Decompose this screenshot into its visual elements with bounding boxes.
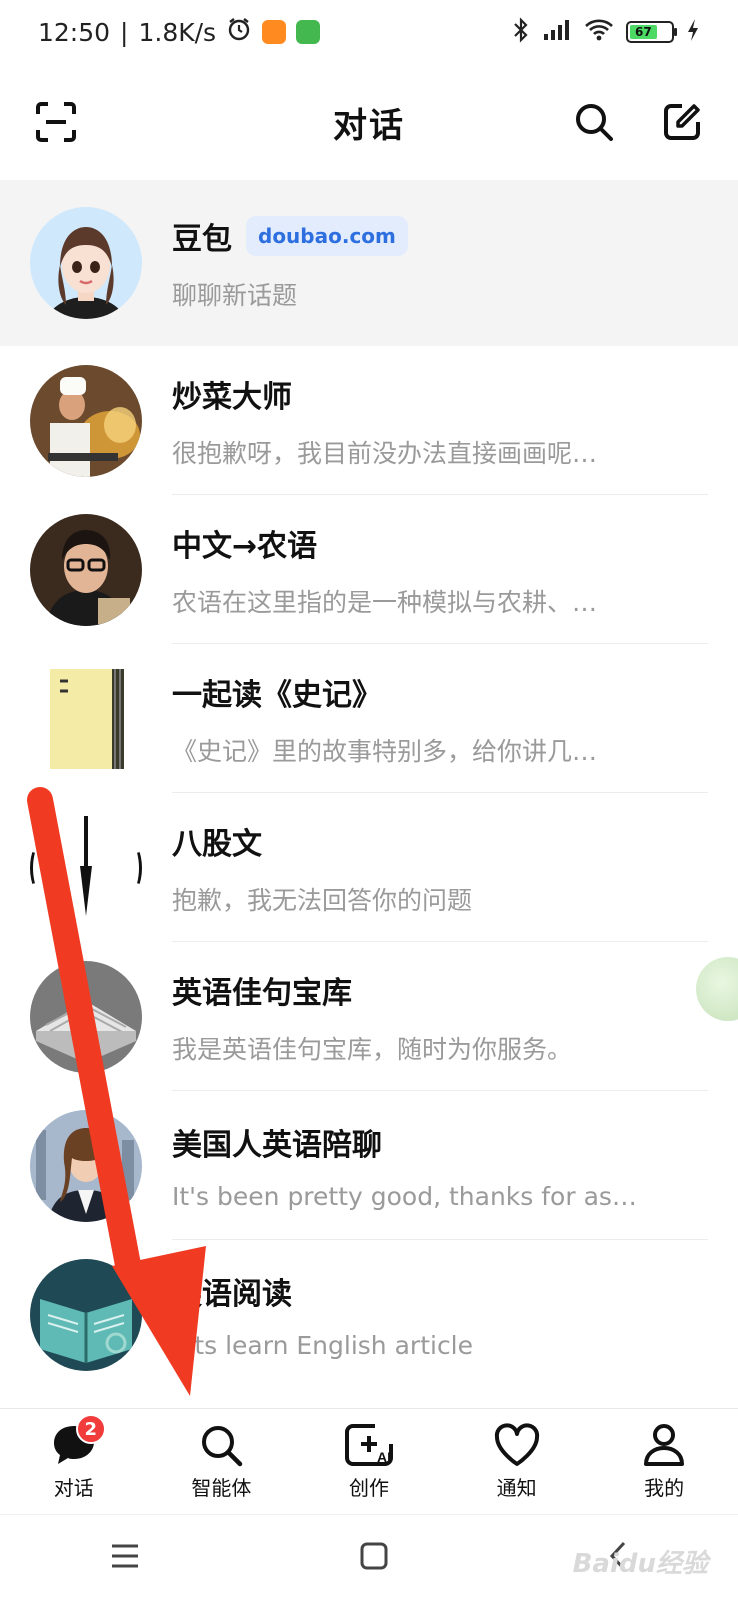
status-left: 12:50 | 1.8K/s xyxy=(38,16,321,48)
wifi-icon xyxy=(584,18,614,46)
charging-icon xyxy=(686,18,700,46)
menu-icon xyxy=(112,1544,138,1567)
search-button[interactable] xyxy=(572,100,616,144)
chat-name: 一起读《史记》 xyxy=(172,677,382,713)
avatar xyxy=(30,364,142,477)
header: 对话 xyxy=(0,64,738,180)
chat-item-translator[interactable]: 中文→农语 农语在这里指的是一种模拟与农耕、… xyxy=(0,495,738,644)
chat-body: 美国人英语陪聊 It's been pretty good, thanks fo… xyxy=(172,1091,738,1240)
tab-label: 创作 xyxy=(348,1476,389,1500)
chat-name: 英语阅读 xyxy=(172,1277,292,1312)
tab-notifications[interactable]: 通知 xyxy=(457,1422,577,1501)
signal-icon xyxy=(542,18,572,46)
battery-icon: 67 xyxy=(626,21,677,43)
chat-item-english-sentences[interactable]: 英语佳句宝库 我是英语佳句宝库，随时为你服务。 xyxy=(0,942,738,1091)
name-row: 英语阅读 xyxy=(172,1269,738,1313)
header-actions xyxy=(572,100,704,144)
chat-body: 中文→农语 农语在这里指的是一种模拟与农耕、… xyxy=(172,495,738,644)
chat-name: 八股文 xyxy=(172,826,262,862)
avatar xyxy=(30,207,142,319)
alarm-icon xyxy=(226,16,252,48)
create-ai-icon: AI xyxy=(344,1424,393,1466)
chat-body: 炒菜大师 很抱歉呀，我目前没办法直接画画呢… xyxy=(172,346,738,495)
tab-bar: 2 对话 智能体 AI 创作 通知 我的 xyxy=(0,1408,738,1514)
chat-preview: 我是英语佳句宝库，随时为你服务。 xyxy=(172,1034,573,1064)
home-button[interactable] xyxy=(360,1542,388,1574)
avatar xyxy=(30,1258,142,1371)
chat-preview: 聊聊新话题 xyxy=(172,281,298,310)
chat-body: 英语阅读 lets learn English article xyxy=(172,1240,738,1389)
svg-text:AI: AI xyxy=(377,1449,391,1465)
status-divider: | xyxy=(120,17,129,47)
search-icon xyxy=(576,104,613,141)
chat-body: 英语佳句宝库 我是英语佳句宝库，随时为你服务。 xyxy=(172,942,738,1091)
tab-label: 通知 xyxy=(496,1476,537,1500)
menu-button[interactable] xyxy=(110,1543,140,1573)
home-icon xyxy=(360,1542,388,1569)
chat-preview: 农语在这里指的是一种模拟与农耕、… xyxy=(172,587,598,617)
scan-icon xyxy=(36,102,76,142)
name-row: 炒菜大师 xyxy=(172,372,738,416)
chat-item-baguwen[interactable]: 八股文 抱歉，我无法回答你的问题 xyxy=(0,793,738,942)
app-notification-icon xyxy=(262,20,287,44)
avatar xyxy=(30,663,142,775)
chat-preview: It's been pretty good, thanks for ask… xyxy=(172,1182,642,1211)
chat-preview: 很抱歉呀，我目前没办法直接画画呢… xyxy=(172,438,598,468)
name-row: 中文→农语 xyxy=(172,521,738,565)
avatar xyxy=(30,811,142,924)
name-row: 英语佳句宝库 xyxy=(172,968,738,1012)
chat-preview: 《史记》里的故事特别多，给你讲几… xyxy=(172,736,598,766)
tab-label: 对话 xyxy=(53,1476,94,1500)
chat-name: 炒菜大师 xyxy=(172,379,292,415)
chat-body: 八股文 抱歉，我无法回答你的问题 xyxy=(172,793,738,942)
status-speed: 1.8K/s xyxy=(138,17,217,47)
bluetooth-icon xyxy=(512,17,530,47)
status-time: 12:50 xyxy=(38,17,111,47)
chat-body: 一起读《史记》 《史记》里的故事特别多，给你讲几… xyxy=(172,644,738,793)
tab-label: 智能体 xyxy=(191,1476,252,1500)
chat-name: 英语佳句宝库 xyxy=(172,975,352,1011)
avatar xyxy=(30,513,142,626)
name-row: 一起读《史记》 xyxy=(172,670,738,714)
status-right: 67 xyxy=(512,17,700,47)
tab-profile[interactable]: 我的 xyxy=(604,1422,724,1501)
chat-preview: 抱歉，我无法回答你的问题 xyxy=(172,885,473,915)
name-row: 豆包 doubao.com xyxy=(172,214,738,258)
tab-label: 我的 xyxy=(644,1476,685,1500)
tab-create[interactable]: AI 创作 xyxy=(309,1422,429,1501)
chat-item-shiji[interactable]: 一起读《史记》 《史记》里的故事特别多，给你讲几… xyxy=(0,644,738,793)
name-row: 八股文 xyxy=(172,819,738,863)
chat-item-doubao[interactable]: 豆包 doubao.com 聊聊新话题 xyxy=(0,180,738,346)
person-icon xyxy=(644,1424,685,1466)
scan-button[interactable] xyxy=(34,100,78,144)
chat-item-chef[interactable]: 炒菜大师 很抱歉呀，我目前没办法直接画画呢… xyxy=(0,346,738,495)
download-notification-icon xyxy=(296,20,321,44)
chat-list: 豆包 doubao.com 聊聊新话题 炒菜大师 很抱歉呀，我目前没办法直接画画… xyxy=(0,180,738,1408)
avatar xyxy=(30,960,142,1073)
chat-name: 美国人英语陪聊 xyxy=(172,1128,382,1163)
tab-agents[interactable]: 智能体 xyxy=(161,1422,281,1501)
status-bar: 12:50 | 1.8K/s 67 xyxy=(0,0,738,64)
watermark: Baidu经验 xyxy=(572,1549,708,1579)
tab-chat[interactable]: 2 对话 xyxy=(14,1414,134,1501)
heart-icon xyxy=(494,1423,539,1466)
chat-item-english-reading[interactable]: 英语阅读 lets learn English article xyxy=(0,1240,738,1389)
unread-badge: 2 xyxy=(75,1414,106,1444)
new-chat-button[interactable] xyxy=(660,100,704,144)
chat-name: 豆包 xyxy=(172,222,232,257)
chat-item-american-chat[interactable]: 美国人英语陪聊 It's been pretty good, thanks fo… xyxy=(0,1091,738,1240)
search-icon xyxy=(202,1426,243,1467)
chat-body: 豆包 doubao.com 聊聊新话题 xyxy=(172,180,738,346)
chat-preview: lets learn English article xyxy=(172,1331,474,1360)
chat-name: 中文→农语 xyxy=(172,528,318,564)
battery-level: 67 xyxy=(630,25,657,39)
edit-icon xyxy=(664,104,700,140)
avatar xyxy=(30,1109,142,1222)
domain-badge: doubao.com xyxy=(246,216,408,256)
name-row: 美国人英语陪聊 xyxy=(172,1120,738,1164)
